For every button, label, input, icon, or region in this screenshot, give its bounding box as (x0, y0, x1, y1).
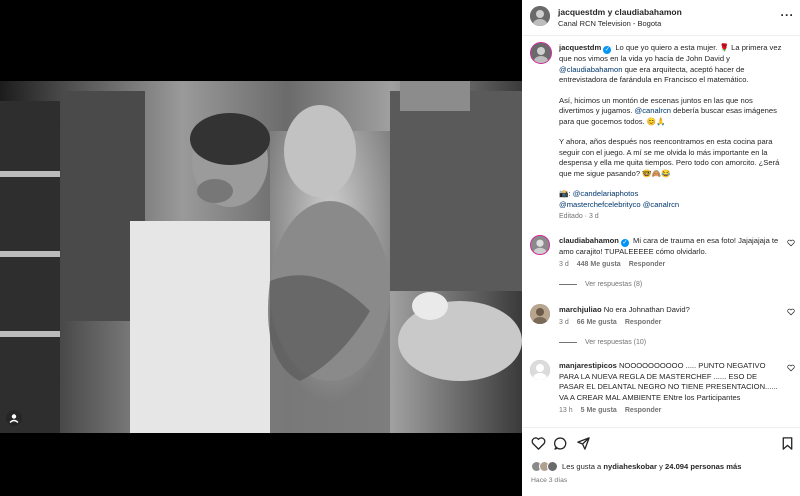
post-location[interactable]: Canal RCN Television - Bogota (558, 19, 661, 28)
comment-time: 3 d (559, 319, 569, 326)
commenter-avatar[interactable] (530, 304, 550, 324)
commenter-avatar[interactable] (530, 235, 550, 255)
caption-author-avatar[interactable] (530, 42, 552, 64)
liker-avatar (547, 461, 558, 472)
comment-like-heart-icon[interactable] (787, 308, 795, 316)
commenter-avatar[interactable] (530, 360, 550, 380)
user-tag-icon (6, 410, 22, 426)
post-side-panel: jacquestdm y claudiabahamon Canal RCN Te… (522, 0, 800, 496)
reply-button[interactable]: Responder (629, 261, 666, 268)
heart-icon[interactable] (531, 436, 546, 451)
bookmark-icon[interactable] (780, 436, 795, 451)
verified-badge-icon: ✓ (603, 46, 612, 54)
reply-button[interactable]: Responder (625, 319, 662, 326)
comment-time: 3 d (559, 261, 569, 268)
caption-paragraph-2: Así, hicimos un montón de escenas juntos… (559, 96, 787, 128)
caption-paragraph-3: Y ahora, años después nos reencontramos … (559, 137, 780, 178)
post-header: jacquestdm y claudiabahamon Canal RCN Te… (522, 0, 800, 36)
mention-link[interactable]: @claudiabahamon (559, 65, 622, 74)
likes-count[interactable]: 24.094 personas más (665, 462, 741, 471)
comment-text: claudiabahamon ✓ Mi cara de trauma en esa… (559, 236, 781, 258)
post-time-ago: Hace 3 días (531, 477, 568, 484)
post-authors[interactable]: jacquestdm y claudiabahamon (558, 7, 682, 17)
post-caption: jacquestdm ✓ Lo que yo quiero a esta muje… (559, 43, 787, 210)
caption-username[interactable]: jacquestdm (559, 43, 601, 52)
verified-badge-icon: ✓ (620, 239, 629, 247)
comment-likes[interactable]: 66 Me gusta (577, 319, 617, 326)
mention-link[interactable]: @candelariaphotos (573, 189, 639, 198)
comment-meta: 3 d 448 Me gusta Responder (559, 261, 673, 268)
likes-text: Les gusta a nydiaheskobar y 24.094 perso… (562, 462, 741, 471)
comment-like-heart-icon[interactable] (787, 364, 795, 372)
mention-link[interactable]: @canalrcn (635, 106, 671, 115)
comment-likes[interactable]: 5 Me gusta (581, 407, 617, 414)
comment-text: manjarestipicos NOOOOOOOOOO ..... PUNTO … (559, 361, 781, 403)
author-avatar[interactable] (530, 6, 550, 26)
liker-username[interactable]: nydiaheskobar (603, 462, 657, 471)
likes-summary: Les gusta a nydiaheskobar y 24.094 perso… (531, 461, 791, 473)
user-tag-button[interactable] (6, 410, 22, 426)
comment-text: marchjuliao No era Johnathan David? (559, 305, 781, 316)
likes-middle: y (656, 462, 666, 471)
comments-scroll-area[interactable]: jacquestdm ✓ Lo que yo quiero a esta muje… (522, 36, 800, 427)
comment-meta: 3 d 66 Me gusta Responder (559, 319, 669, 326)
share-icon[interactable] (576, 436, 591, 451)
replies-divider-line (559, 283, 577, 285)
view-replies-label: Ver respuestas (10) (585, 339, 647, 346)
post-photo[interactable] (0, 81, 522, 433)
view-replies-label: Ver respuestas (8) (585, 281, 643, 288)
comment-like-heart-icon[interactable] (787, 239, 795, 247)
caption-paragraph-4: 📸: @candelariaphotos @masterchefcelebrity… (559, 189, 787, 210)
mention-link[interactable]: @masterchefcelebrityco (559, 200, 641, 209)
mention-link[interactable]: @canalrcn (643, 200, 679, 209)
comment-meta: 13 h 5 Me gusta Responder (559, 407, 669, 414)
caption-paragraph-1: jacquestdm ✓ Lo que yo quiero a esta muje… (559, 43, 787, 86)
post-actions-bar: Les gusta a nydiaheskobar y 24.094 perso… (522, 427, 800, 496)
caption-edited-timestamp: Editado · 3 d (559, 213, 599, 220)
likes-prefix: Les gusta a (562, 462, 604, 471)
comment-username[interactable]: claudiabahamon (559, 236, 619, 245)
comment-icon[interactable] (553, 436, 568, 451)
post-photo-image (0, 81, 522, 433)
reply-button[interactable]: Responder (625, 407, 662, 414)
view-replies-button[interactable]: Ver respuestas (8) (559, 281, 642, 288)
replies-divider-line (559, 341, 577, 343)
more-options-icon[interactable]: ··· (781, 8, 795, 22)
comment-username[interactable]: manjarestipicos (559, 361, 617, 370)
caption-camera-prefix: 📸: (559, 189, 573, 198)
comment-username[interactable]: marchjuliao (559, 305, 602, 314)
comment-body: No era Johnathan David? (601, 305, 690, 314)
comment-time: 13 h (559, 407, 573, 414)
view-replies-button[interactable]: Ver respuestas (10) (559, 339, 646, 346)
comment-likes[interactable]: 448 Me gusta (577, 261, 621, 268)
